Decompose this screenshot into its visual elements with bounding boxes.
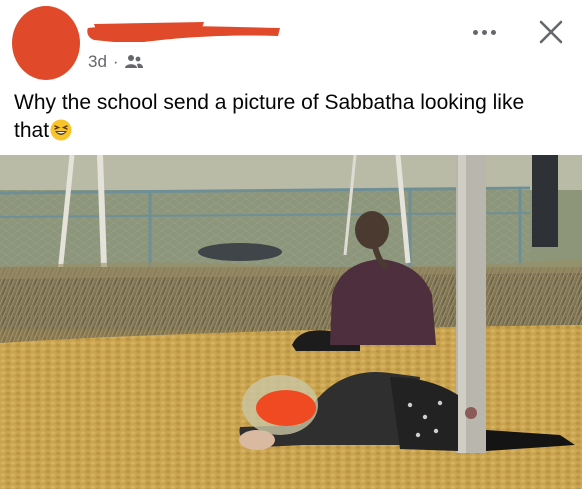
post-meta: 3d · (88, 52, 143, 72)
friends-icon (124, 55, 143, 68)
redacted-avatar[interactable] (12, 6, 80, 80)
post-time[interactable]: 3d (88, 52, 107, 72)
redacted-author-name[interactable] (84, 20, 284, 44)
post-caption: Why the school send a picture of Sabbath… (14, 89, 564, 145)
post-header: 3d · (0, 0, 582, 90)
caption-text: Why the school send a picture of Sabbath… (14, 91, 525, 142)
more-options-icon (472, 29, 478, 35)
meta-separator: · (112, 52, 119, 71)
post-photo[interactable] (0, 155, 582, 489)
close-icon[interactable] (537, 18, 565, 46)
more-options-button[interactable] (470, 22, 498, 42)
laughing-emoji-icon (50, 119, 72, 141)
